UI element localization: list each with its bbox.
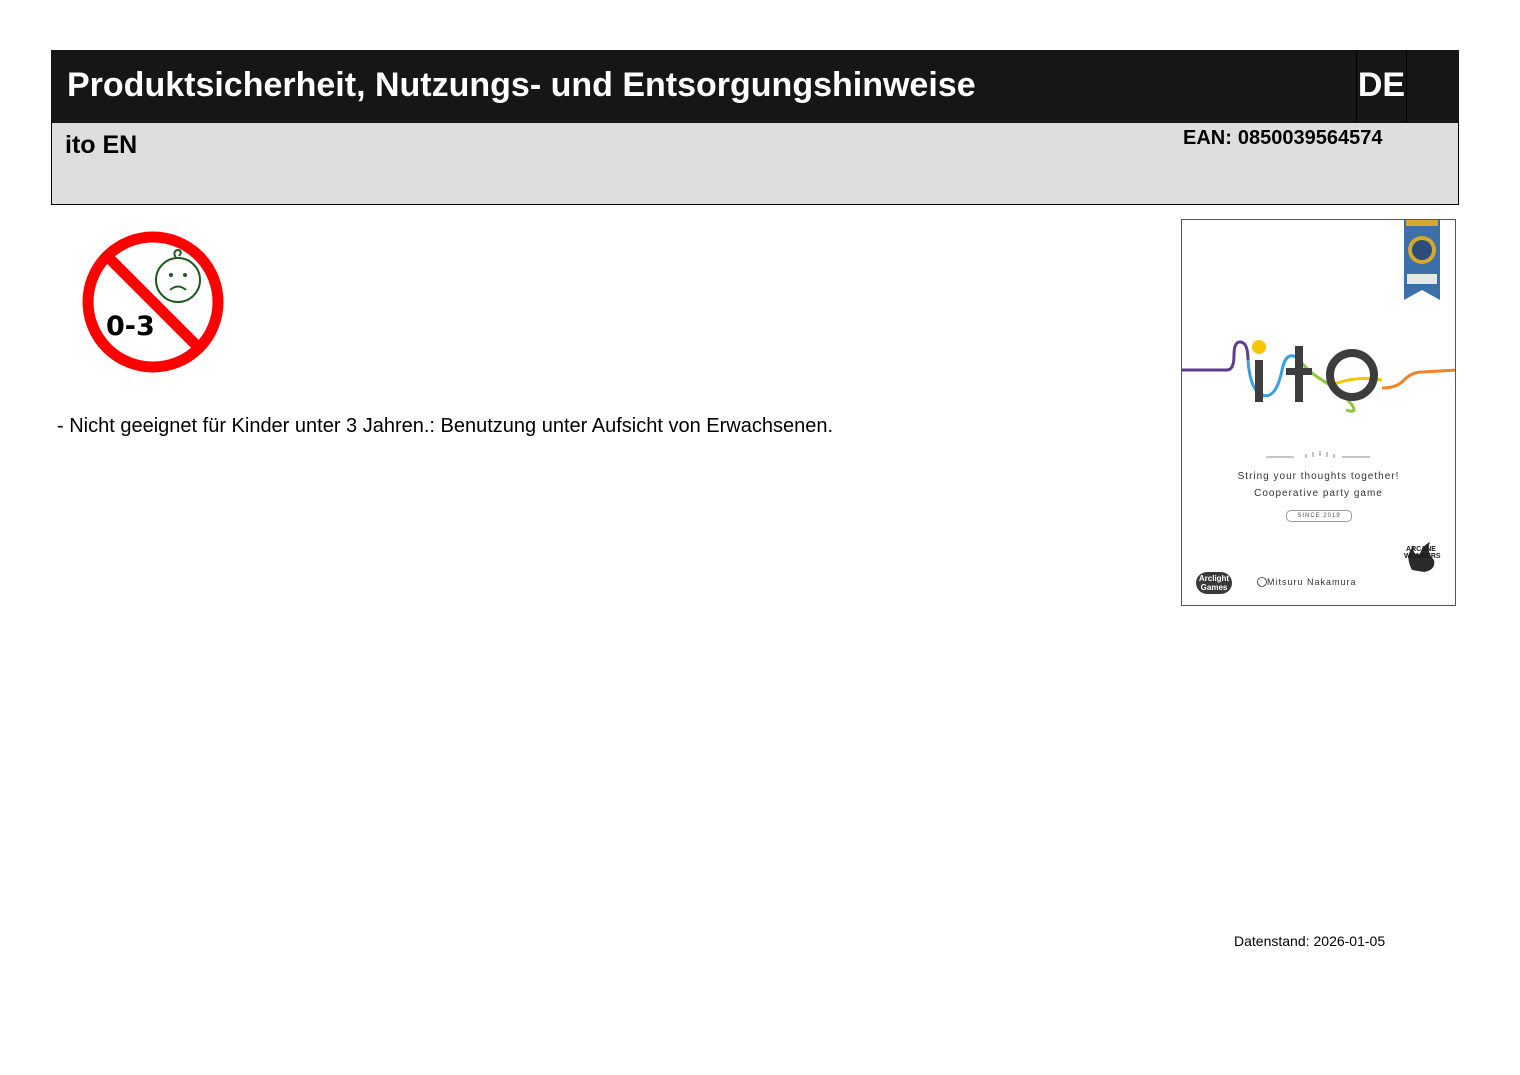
language-code: DE: [1356, 50, 1407, 123]
ean-label: EAN:: [1183, 127, 1232, 149]
warning-text: - Nicht geeignet für Kinder unter 3 Jahr…: [57, 415, 834, 437]
header-bar: Produktsicherheit, Nutzungs- und Entsorg…: [51, 50, 1459, 123]
ean-code: EAN: 0850039564574: [1183, 127, 1383, 150]
date-label: Datenstand:: [1234, 933, 1310, 949]
cover-author: Mitsuru Nakamura: [1267, 577, 1357, 587]
product-name: ito EN: [65, 131, 138, 159]
cover-tagline-2: Cooperative party game: [1254, 488, 1383, 499]
product-info-panel: ito EN EAN: 0850039564574: [51, 123, 1459, 205]
no-children-under-3-icon: 0-3: [80, 229, 226, 375]
publisher-right-logo: ARCANE WONDERS: [1404, 546, 1441, 560]
data-status-date: Datenstand: 2026-01-05: [1234, 933, 1385, 949]
publisher-left-logo: Arclight Games: [1196, 572, 1232, 594]
age-range-label: 0-3: [106, 311, 155, 342]
date-value: 2026-01-05: [1313, 933, 1386, 949]
page-title: Produktsicherheit, Nutzungs- und Entsorg…: [67, 66, 976, 104]
product-cover-image: String your thoughts together! Cooperati…: [1181, 219, 1456, 606]
cover-since-badge: SINCE 2019: [1286, 510, 1352, 522]
ean-value: 0850039564574: [1237, 127, 1383, 149]
cover-tagline-1: String your thoughts together!: [1237, 471, 1400, 482]
